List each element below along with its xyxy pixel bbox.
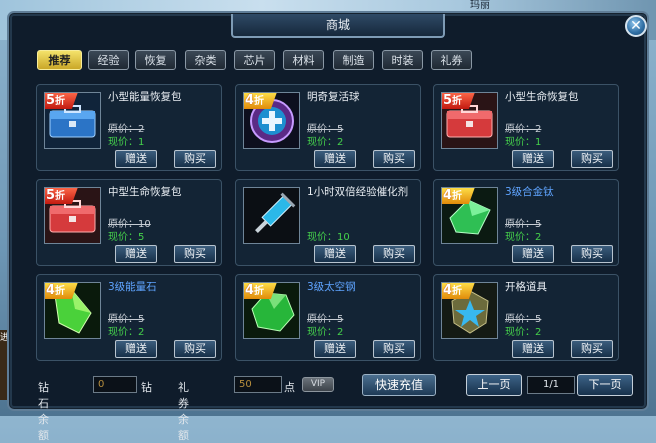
current-price: 现价：2	[505, 232, 542, 243]
item-name: 中型生命恢复包	[108, 186, 182, 198]
syringe-icon[interactable]	[243, 187, 300, 244]
discount-number: 4	[46, 283, 56, 298]
current-price: 现价：5	[108, 232, 145, 243]
discount-unit: 折	[254, 96, 265, 107]
item-name: 1小时双倍经验催化剂	[307, 186, 409, 198]
gift-button[interactable]: 赠送	[115, 340, 157, 358]
revive-orb-icon[interactable]: 4折	[243, 92, 300, 149]
current-price: 现价：2	[307, 327, 344, 338]
diamond-balance-label: 钻石余额	[38, 381, 49, 442]
gift-button[interactable]: 赠送	[512, 150, 554, 168]
current-price: 现价：2	[108, 327, 145, 338]
item-name: 开格道具	[505, 281, 547, 293]
gift-button[interactable]: 赠送	[314, 150, 356, 168]
tab-misc[interactable]: 杂类	[185, 50, 226, 70]
tab-craft[interactable]: 制造	[333, 50, 374, 70]
gift-button[interactable]: 赠送	[115, 245, 157, 263]
discount-unit: 折	[452, 191, 463, 202]
tab-recommend[interactable]: 推荐	[37, 50, 82, 70]
buy-button[interactable]: 购买	[174, 245, 216, 263]
coupon-balance-value: 50	[234, 376, 282, 393]
buy-button[interactable]: 购买	[571, 150, 613, 168]
discount-unit: 折	[55, 96, 66, 107]
discount-number: 5	[46, 188, 56, 203]
current-price: 现价：2	[505, 327, 542, 338]
red-case-icon[interactable]: 5折	[44, 187, 101, 244]
item-card: 4折 开格道具 原价：5 现价：2 赠送 购买	[433, 274, 619, 361]
next-page-button[interactable]: 下一页	[577, 374, 633, 396]
green-crystal-icon[interactable]: 4折	[441, 187, 498, 244]
gift-button[interactable]: 赠送	[512, 340, 554, 358]
item-name: 3级合金钛	[505, 186, 554, 198]
buy-button[interactable]: 购买	[571, 340, 613, 358]
item-name: 3级太空钢	[307, 281, 356, 293]
tab-material[interactable]: 材料	[283, 50, 324, 70]
blue-case-icon[interactable]: 5折	[44, 92, 101, 149]
buy-button[interactable]: 购买	[373, 245, 415, 263]
coupon-balance-label: 礼券余额	[178, 381, 189, 442]
current-price: 现价：2	[307, 137, 344, 148]
discount-unit: 折	[55, 286, 66, 297]
close-icon[interactable]: ✕	[625, 15, 647, 37]
item-name: 明奇复活球	[307, 91, 360, 103]
green-stone-icon[interactable]: 4折	[44, 282, 101, 339]
discount-unit: 折	[254, 286, 265, 297]
gift-button[interactable]: 赠送	[314, 245, 356, 263]
gift-button[interactable]: 赠送	[115, 150, 157, 168]
gift-button[interactable]: 赠送	[512, 245, 554, 263]
item-card: 4折 3级合金钛 原价：5 现价：2 赠送 购买	[433, 179, 619, 266]
buy-button[interactable]: 购买	[373, 150, 415, 168]
discount-number: 4	[443, 188, 453, 203]
discount-unit: 折	[55, 191, 66, 202]
discount-number: 4	[245, 93, 255, 108]
item-card: 4折 3级太空钢 原价：5 现价：2 赠送 购买	[235, 274, 421, 361]
buy-button[interactable]: 购买	[571, 245, 613, 263]
star-shield-icon[interactable]: 4折	[441, 282, 498, 339]
tab-coupon[interactable]: 礼券	[431, 50, 472, 70]
discount-number: 5	[46, 93, 56, 108]
coupon-unit: 点	[284, 381, 295, 394]
vip-button[interactable]: VIP	[302, 377, 334, 392]
item-card: 1小时双倍经验催化剂 现价：10 赠送 购买	[235, 179, 421, 266]
gift-button[interactable]: 赠送	[314, 340, 356, 358]
item-name: 3级能量石	[108, 281, 157, 293]
discount-number: 5	[443, 93, 453, 108]
diamond-unit: 钻	[141, 381, 152, 394]
discount-number: 4	[443, 283, 453, 298]
green-ore-icon[interactable]: 4折	[243, 282, 300, 339]
tab-fashion[interactable]: 时装	[382, 50, 423, 70]
item-name: 小型生命恢复包	[505, 91, 579, 103]
item-name: 小型能量恢复包	[108, 91, 182, 103]
page-indicator: 1/1	[527, 376, 575, 394]
tab-recovery[interactable]: 恢复	[135, 50, 176, 70]
current-price: 现价：10	[307, 232, 350, 243]
discount-number: 4	[245, 283, 255, 298]
tab-experience[interactable]: 经验	[88, 50, 129, 70]
tab-chip[interactable]: 芯片	[234, 50, 275, 70]
buy-button[interactable]: 购买	[174, 150, 216, 168]
current-price: 现价：1	[108, 137, 145, 148]
item-card: 4折 明奇复活球 原价：5 现价：2 赠送 购买	[235, 84, 421, 171]
discount-unit: 折	[452, 96, 463, 107]
quick-recharge-button[interactable]: 快速充值	[362, 374, 436, 396]
discount-unit: 折	[452, 286, 463, 297]
item-card: 4折 3级能量石 原价：5 现价：2 赠送 购买	[36, 274, 222, 361]
item-card: 5折 中型生命恢复包 原价：10 现价：5 赠送 购买	[36, 179, 222, 266]
red-case-icon[interactable]: 5折	[441, 92, 498, 149]
window-title: 商城	[231, 14, 445, 38]
prev-page-button[interactable]: 上一页	[466, 374, 522, 396]
buy-button[interactable]: 购买	[174, 340, 216, 358]
current-price: 现价：1	[505, 137, 542, 148]
item-card: 5折 小型能量恢复包 原价：2 现价：1 赠送 购买	[36, 84, 222, 171]
diamond-balance-value: 0	[93, 376, 137, 393]
buy-button[interactable]: 购买	[373, 340, 415, 358]
item-card: 5折 小型生命恢复包 原价：2 现价：1 赠送 购买	[433, 84, 619, 171]
